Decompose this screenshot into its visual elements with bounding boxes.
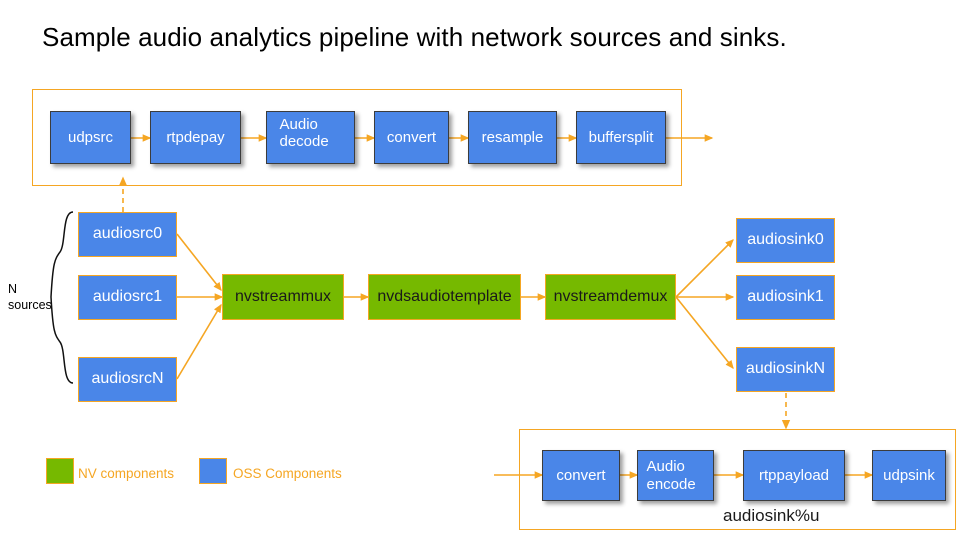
node-nvstreammux-label: nvstreammux (234, 287, 332, 305)
node-rtpdepay[interactable]: rtpdepay (150, 111, 241, 164)
sources-brace (50, 211, 74, 384)
node-nvstreammux[interactable]: nvstreammux (222, 274, 344, 320)
edge-audiosrc0-nvstreammux (176, 233, 222, 292)
node-audiosrcN[interactable]: audiosrcN (78, 357, 177, 402)
node-buffersplit[interactable]: buffersplit (576, 111, 666, 164)
node-udpsrc-label: udpsrc (67, 128, 114, 146)
node-buffersplit-label: buffersplit (588, 128, 654, 146)
node-udpsrc[interactable]: udpsrc (50, 111, 131, 164)
node-audio-encode[interactable]: Audio encode (637, 450, 714, 501)
edge-nvstreamdemux-audiosink0 (675, 239, 734, 298)
node-audiosink0-label: audiosink0 (747, 231, 824, 249)
legend-swatch-oss (199, 458, 227, 484)
legend-label-oss: OSS Components (233, 466, 342, 481)
sources-count-line2: sources (8, 297, 52, 312)
node-rtpdepay-label: rtpdepay (166, 128, 225, 146)
node-rtppayload-label: rtppayload (758, 466, 830, 484)
node-udpsink-label: udpsink (883, 466, 935, 484)
node-audio-decode-label: Audio decode (279, 116, 329, 151)
node-audiosrc0[interactable]: audiosrc0 (78, 212, 177, 257)
node-audiosink1-label: audiosink1 (747, 288, 824, 306)
node-audiosrc1-label: audiosrc1 (92, 288, 163, 306)
node-nvstreamdemux[interactable]: nvstreamdemux (545, 274, 676, 320)
sources-count-line1: N (8, 282, 18, 296)
edge-nvstreamdemux-audiosinkN (675, 296, 734, 370)
node-convert-src[interactable]: convert (374, 111, 449, 164)
node-audiosrcN-label: audiosrcN (91, 370, 164, 388)
node-audiosinkN[interactable]: audiosinkN (736, 347, 835, 392)
node-audiosrc0-label: audiosrc0 (92, 225, 163, 243)
node-convert-sink[interactable]: convert (542, 450, 620, 501)
node-udpsink[interactable]: udpsink (872, 450, 946, 501)
node-audio-encode-label: Audio encode (646, 458, 696, 493)
node-nvstreamdemux-label: nvstreamdemux (553, 287, 668, 305)
node-audio-decode[interactable]: Audio decode (266, 111, 355, 164)
node-nvdsaudiotemplate-label: nvdsaudiotemplate (377, 287, 512, 305)
page-title: Sample audio analytics pipeline with net… (42, 22, 787, 52)
node-rtppayload[interactable]: rtppayload (743, 450, 845, 501)
node-audiosink1[interactable]: audiosink1 (736, 275, 835, 320)
legend-label-nv: NV components (78, 466, 175, 481)
node-resample-label: resample (481, 128, 544, 146)
sources-count-label: N sources (8, 282, 52, 313)
node-resample[interactable]: resample (468, 111, 557, 164)
diagram-canvas: Sample audio analytics pipeline with net… (0, 0, 960, 540)
node-nvdsaudiotemplate[interactable]: nvdsaudiotemplate (368, 274, 521, 320)
node-convert-src-label: convert (386, 128, 437, 146)
legend-swatch-nv (46, 458, 74, 484)
node-convert-sink-label: convert (556, 466, 606, 484)
edge-audiosrcN-nvstreammux (176, 303, 222, 380)
node-audiosrc1[interactable]: audiosrc1 (78, 275, 177, 320)
node-audiosinkN-label: audiosinkN (745, 360, 826, 378)
node-audiosink0[interactable]: audiosink0 (736, 218, 835, 263)
audiosink-template-label: audiosink%u (723, 506, 820, 525)
